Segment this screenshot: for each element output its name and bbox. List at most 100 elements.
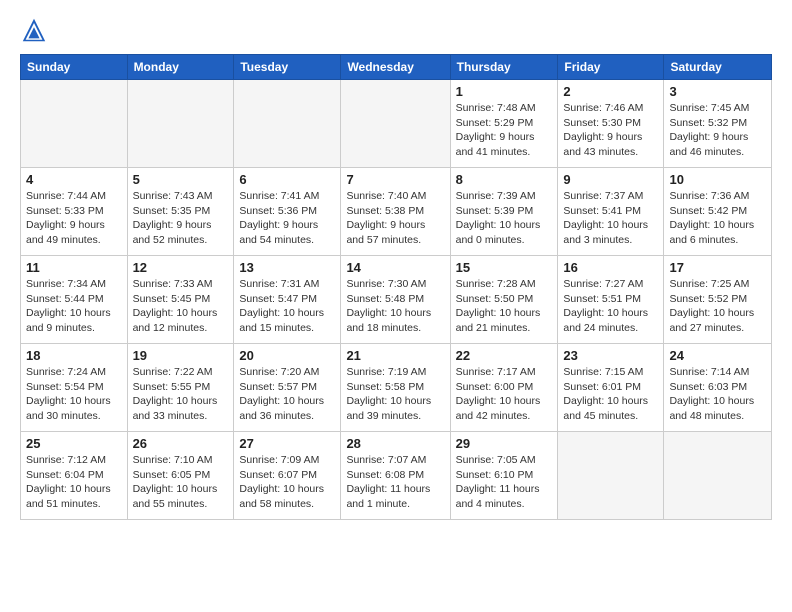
day-info: Sunrise: 7:41 AM Sunset: 5:36 PM Dayligh…	[239, 189, 335, 248]
day-number: 27	[239, 436, 335, 451]
day-cell: 16Sunrise: 7:27 AM Sunset: 5:51 PM Dayli…	[558, 256, 664, 344]
weekday-header-sunday: Sunday	[21, 55, 128, 80]
day-number: 8	[456, 172, 553, 187]
day-info: Sunrise: 7:20 AM Sunset: 5:57 PM Dayligh…	[239, 365, 335, 424]
day-cell: 22 Sunrise: 7:17 AM Sunset: 6:00 PM Dayli…	[450, 344, 558, 432]
day-number: 29	[456, 436, 553, 451]
day-number: 7	[346, 172, 444, 187]
day-cell: 1 Sunrise: 7:48 AM Sunset: 5:29 PM Daylig…	[450, 80, 558, 168]
day-cell: 27 Sunrise: 7:09 AM Sunset: 6:07 PM Dayli…	[234, 432, 341, 520]
day-number: 2	[563, 84, 658, 99]
logo	[20, 16, 52, 44]
day-cell: 26 Sunrise: 7:10 AM Sunset: 6:05 PM Dayli…	[127, 432, 234, 520]
day-cell	[558, 432, 664, 520]
day-number: 17	[669, 260, 766, 275]
weekday-header-row: SundayMondayTuesdayWednesdayThursdayFrid…	[21, 55, 772, 80]
day-info: Sunrise: 7:36 AM Sunset: 5:42 PM Dayligh…	[669, 189, 766, 248]
day-number: 10	[669, 172, 766, 187]
day-number: 11	[26, 260, 122, 275]
day-number: 6	[239, 172, 335, 187]
day-info: Sunrise: 7:09 AM Sunset: 6:07 PM Dayligh…	[239, 453, 335, 512]
day-info: Sunrise: 7:25 AM Sunset: 5:52 PM Dayligh…	[669, 277, 766, 336]
day-cell: 20 Sunrise: 7:20 AM Sunset: 5:57 PM Dayli…	[234, 344, 341, 432]
day-info: Sunrise: 7:10 AM Sunset: 6:05 PM Dayligh…	[133, 453, 229, 512]
day-cell: 25 Sunrise: 7:12 AM Sunset: 6:04 PM Dayli…	[21, 432, 128, 520]
day-cell: 28 Sunrise: 7:07 AM Sunset: 6:08 PM Dayli…	[341, 432, 450, 520]
day-number: 18	[26, 348, 122, 363]
day-cell: 24 Sunrise: 7:14 AM Sunset: 6:03 PM Dayli…	[664, 344, 772, 432]
day-number: 19	[133, 348, 229, 363]
day-cell: 7 Sunrise: 7:40 AM Sunset: 5:38 PM Daylig…	[341, 168, 450, 256]
day-cell: 13Sunrise: 7:31 AM Sunset: 5:47 PM Dayli…	[234, 256, 341, 344]
day-info: Sunrise: 7:34 AM Sunset: 5:44 PM Dayligh…	[26, 277, 122, 336]
day-info: Sunrise: 7:30 AM Sunset: 5:48 PM Dayligh…	[346, 277, 444, 336]
weekday-header-tuesday: Tuesday	[234, 55, 341, 80]
day-info: Sunrise: 7:14 AM Sunset: 6:03 PM Dayligh…	[669, 365, 766, 424]
day-info: Sunrise: 7:24 AM Sunset: 5:54 PM Dayligh…	[26, 365, 122, 424]
day-number: 13	[239, 260, 335, 275]
week-row-2: 4 Sunrise: 7:44 AM Sunset: 5:33 PM Daylig…	[21, 168, 772, 256]
day-number: 28	[346, 436, 444, 451]
day-cell: 21Sunrise: 7:19 AM Sunset: 5:58 PM Dayli…	[341, 344, 450, 432]
day-info: Sunrise: 7:17 AM Sunset: 6:00 PM Dayligh…	[456, 365, 553, 424]
day-cell: 4 Sunrise: 7:44 AM Sunset: 5:33 PM Daylig…	[21, 168, 128, 256]
day-cell: 17 Sunrise: 7:25 AM Sunset: 5:52 PM Dayli…	[664, 256, 772, 344]
week-row-5: 25 Sunrise: 7:12 AM Sunset: 6:04 PM Dayli…	[21, 432, 772, 520]
day-number: 5	[133, 172, 229, 187]
day-number: 14	[346, 260, 444, 275]
day-number: 24	[669, 348, 766, 363]
day-info: Sunrise: 7:40 AM Sunset: 5:38 PM Dayligh…	[346, 189, 444, 248]
day-cell: 2Sunrise: 7:46 AM Sunset: 5:30 PM Daylig…	[558, 80, 664, 168]
week-row-4: 18 Sunrise: 7:24 AM Sunset: 5:54 PM Dayli…	[21, 344, 772, 432]
day-number: 4	[26, 172, 122, 187]
day-number: 9	[563, 172, 658, 187]
day-cell: 12Sunrise: 7:33 AM Sunset: 5:45 PM Dayli…	[127, 256, 234, 344]
day-info: Sunrise: 7:45 AM Sunset: 5:32 PM Dayligh…	[669, 101, 766, 160]
day-cell	[664, 432, 772, 520]
day-number: 25	[26, 436, 122, 451]
day-cell: 18 Sunrise: 7:24 AM Sunset: 5:54 PM Dayli…	[21, 344, 128, 432]
day-info: Sunrise: 7:05 AM Sunset: 6:10 PM Dayligh…	[456, 453, 553, 512]
day-info: Sunrise: 7:19 AM Sunset: 5:58 PM Dayligh…	[346, 365, 444, 424]
day-info: Sunrise: 7:39 AM Sunset: 5:39 PM Dayligh…	[456, 189, 553, 248]
day-info: Sunrise: 7:27 AM Sunset: 5:51 PM Dayligh…	[563, 277, 658, 336]
page: SundayMondayTuesdayWednesdayThursdayFrid…	[0, 0, 792, 612]
day-info: Sunrise: 7:43 AM Sunset: 5:35 PM Dayligh…	[133, 189, 229, 248]
day-cell: 23 Sunrise: 7:15 AM Sunset: 6:01 PM Dayli…	[558, 344, 664, 432]
weekday-header-wednesday: Wednesday	[341, 55, 450, 80]
day-cell: 11 Sunrise: 7:34 AM Sunset: 5:44 PM Dayli…	[21, 256, 128, 344]
day-cell: 5 Sunrise: 7:43 AM Sunset: 5:35 PM Daylig…	[127, 168, 234, 256]
day-info: Sunrise: 7:44 AM Sunset: 5:33 PM Dayligh…	[26, 189, 122, 248]
day-info: Sunrise: 7:12 AM Sunset: 6:04 PM Dayligh…	[26, 453, 122, 512]
day-cell: 9 Sunrise: 7:37 AM Sunset: 5:41 PM Daylig…	[558, 168, 664, 256]
day-info: Sunrise: 7:37 AM Sunset: 5:41 PM Dayligh…	[563, 189, 658, 248]
day-number: 20	[239, 348, 335, 363]
header	[20, 16, 772, 44]
day-number: 23	[563, 348, 658, 363]
day-number: 26	[133, 436, 229, 451]
day-cell: 10 Sunrise: 7:36 AM Sunset: 5:42 PM Dayli…	[664, 168, 772, 256]
weekday-header-saturday: Saturday	[664, 55, 772, 80]
day-cell	[127, 80, 234, 168]
day-number: 1	[456, 84, 553, 99]
day-cell: 15Sunrise: 7:28 AM Sunset: 5:50 PM Dayli…	[450, 256, 558, 344]
day-number: 15	[456, 260, 553, 275]
day-info: Sunrise: 7:15 AM Sunset: 6:01 PM Dayligh…	[563, 365, 658, 424]
day-info: Sunrise: 7:48 AM Sunset: 5:29 PM Dayligh…	[456, 101, 553, 160]
calendar: SundayMondayTuesdayWednesdayThursdayFrid…	[20, 54, 772, 520]
day-info: Sunrise: 7:07 AM Sunset: 6:08 PM Dayligh…	[346, 453, 444, 512]
weekday-header-monday: Monday	[127, 55, 234, 80]
day-cell: 3 Sunrise: 7:45 AM Sunset: 5:32 PM Daylig…	[664, 80, 772, 168]
day-number: 12	[133, 260, 229, 275]
logo-icon	[20, 16, 48, 44]
week-row-1: 1 Sunrise: 7:48 AM Sunset: 5:29 PM Daylig…	[21, 80, 772, 168]
day-number: 22	[456, 348, 553, 363]
day-number: 3	[669, 84, 766, 99]
day-cell: 8 Sunrise: 7:39 AM Sunset: 5:39 PM Daylig…	[450, 168, 558, 256]
day-cell: 19 Sunrise: 7:22 AM Sunset: 5:55 PM Dayli…	[127, 344, 234, 432]
day-info: Sunrise: 7:22 AM Sunset: 5:55 PM Dayligh…	[133, 365, 229, 424]
day-cell	[234, 80, 341, 168]
day-cell: 29 Sunrise: 7:05 AM Sunset: 6:10 PM Dayli…	[450, 432, 558, 520]
day-cell	[341, 80, 450, 168]
day-cell	[21, 80, 128, 168]
